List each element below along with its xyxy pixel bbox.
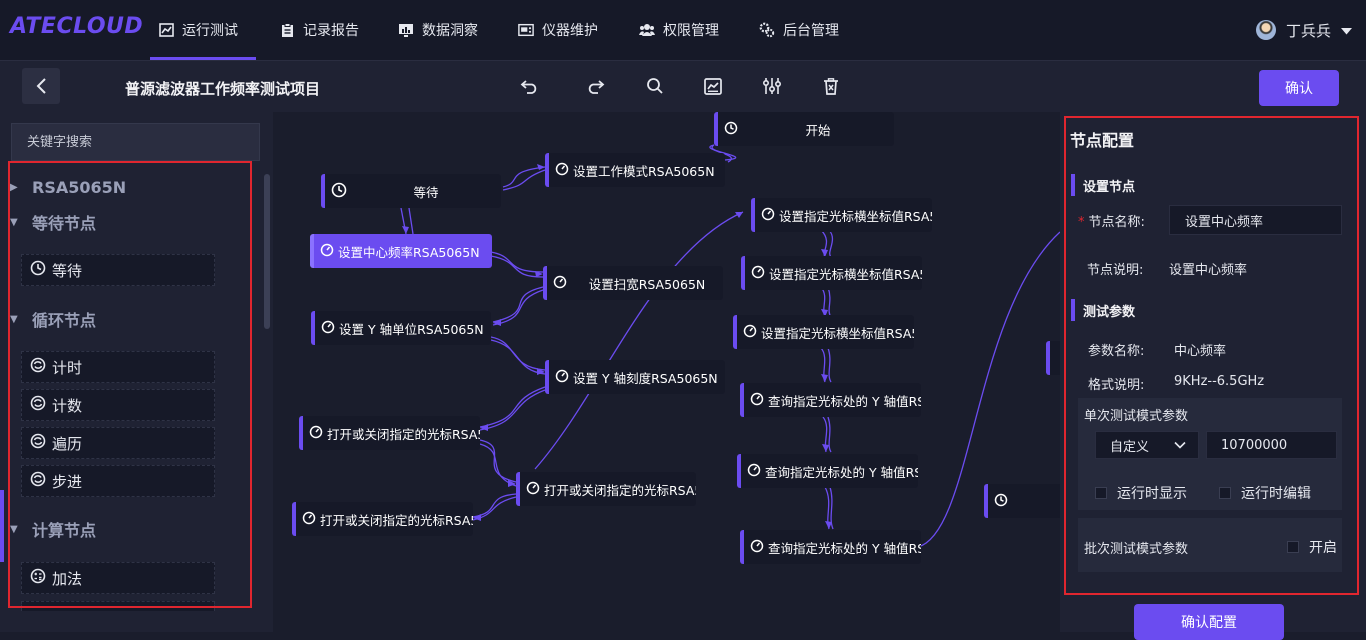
app-logo: ATECLOUD: [10, 14, 144, 39]
node-set-marker-x-1[interactable]: 设置指定光标横坐标值RSA5065N: [751, 198, 932, 232]
node-set-yscale[interactable]: 设置 Y 轴刻度RSA5065N: [545, 360, 725, 394]
gears-icon: [759, 22, 775, 38]
caret-down-icon: [1341, 21, 1352, 39]
node-set-marker-x-3[interactable]: 设置指定光标横坐标值RSA5065N: [733, 315, 914, 349]
clipboard-icon: [279, 22, 295, 38]
flow-canvas[interactable]: 开始 设置工作模式RSA5065N 等待 设置中心频率RSA5065N 设置扫宽…: [273, 112, 1060, 632]
node-label: 设置指定光标横坐标值RSA5065N: [769, 266, 922, 282]
gauge-icon: [761, 207, 775, 224]
node-toggle-marker-2[interactable]: 打开或关闭指定的光标RSA5065N: [516, 472, 696, 506]
nav-label: 仪器维护: [542, 23, 598, 39]
nav-run-test[interactable]: 运行测试: [150, 0, 256, 60]
avatar: [1255, 20, 1276, 40]
node-label: 设置指定光标横坐标值RSA5065N: [761, 325, 914, 341]
nav-records[interactable]: 记录报告: [279, 0, 359, 60]
top-navbar: ATECLOUD 运行测试 记录报告 数据洞察 仪器维护 权限管理 后台管理 丁…: [0, 0, 1366, 60]
highlight-box-library: [8, 161, 252, 608]
node-label: 开始: [805, 122, 831, 138]
panel-resize-handle[interactable]: [0, 490, 4, 562]
node-label: 设置中心频率RSA5065N: [338, 244, 480, 260]
scrollbar[interactable]: [264, 174, 270, 329]
node-query-y-3[interactable]: 查询指定光标处的 Y 轴值RSA5065N: [740, 530, 921, 564]
gauge-icon: [309, 425, 323, 442]
sliders-icon[interactable]: [761, 75, 783, 97]
node-offscreen-clock[interactable]: [984, 484, 1060, 518]
project-title: 普源滤波器工作频率测试项目: [125, 80, 321, 98]
node-toggle-marker-1[interactable]: 打开或关闭指定的光标RSA5065N: [299, 416, 480, 450]
monitor-chart-icon: [398, 22, 414, 38]
nav-instrument[interactable]: 仪器维护: [518, 0, 598, 60]
user-menu[interactable]: 丁兵兵: [1255, 0, 1352, 60]
nav-label: 运行测试: [182, 23, 238, 39]
back-button[interactable]: [22, 68, 60, 104]
gauge-icon: [750, 392, 764, 409]
node-label: 查询指定光标处的 Y 轴值RSA5065N: [765, 464, 918, 480]
user-name: 丁兵兵: [1285, 21, 1331, 40]
instrument-icon: [518, 22, 534, 38]
nav-label: 后台管理: [783, 23, 839, 39]
nav-data-insight[interactable]: 数据洞察: [398, 0, 478, 60]
clock-icon: [724, 121, 738, 138]
gauge-icon: [526, 481, 540, 498]
confirm-config-button[interactable]: 确认配置: [1134, 604, 1284, 640]
node-label: 设置工作模式RSA5065N: [573, 163, 715, 179]
chart-check-icon[interactable]: [702, 75, 724, 97]
clock-icon: [331, 182, 347, 201]
node-label: 设置指定光标横坐标值RSA5065N: [779, 208, 932, 224]
node-label: 查询指定光标处的 Y 轴值RSA5065N: [768, 393, 921, 409]
gauge-icon: [555, 162, 569, 179]
node-set-span[interactable]: 设置扫宽RSA5065N: [543, 266, 723, 300]
node-start[interactable]: 开始: [714, 112, 894, 146]
node-label: 查询指定光标处的 Y 轴值RSA5065N: [768, 540, 921, 556]
gauge-icon: [747, 463, 761, 480]
node-label: 设置扫宽RSA5065N: [588, 276, 706, 292]
node-label: 等待: [413, 184, 439, 200]
confirm-button[interactable]: 确认: [1259, 70, 1339, 106]
delete-icon[interactable]: [820, 75, 842, 97]
keyword-search-input[interactable]: [11, 123, 260, 161]
nav-label: 权限管理: [663, 23, 719, 39]
node-toggle-marker-3[interactable]: 打开或关闭指定的光标RSA5065N: [292, 502, 473, 536]
gauge-icon: [743, 324, 757, 341]
nav-label: 记录报告: [303, 23, 359, 39]
node-set-center-selected[interactable]: 设置中心频率RSA5065N: [310, 234, 492, 268]
nav-permissions[interactable]: 权限管理: [639, 0, 719, 60]
clock-icon: [994, 493, 1008, 510]
node-query-y-2[interactable]: 查询指定光标处的 Y 轴值RSA5065N: [737, 454, 918, 488]
undo-icon[interactable]: [519, 75, 541, 97]
highlight-box-config: [1064, 116, 1359, 595]
gauge-icon: [321, 320, 335, 337]
chevron-left-icon: [36, 78, 46, 94]
gauge-icon: [751, 265, 765, 282]
editor-toolbar: 普源滤波器工作频率测试项目 确认: [0, 60, 1366, 112]
users-icon: [639, 22, 655, 38]
gauge-icon: [320, 243, 334, 260]
chart-icon: [158, 22, 174, 38]
node-label: 打开或关闭指定的光标RSA5065N: [327, 426, 480, 442]
gauge-icon: [302, 511, 316, 528]
gauge-icon: [555, 369, 569, 386]
node-set-yunit[interactable]: 设置 Y 轴单位RSA5065N: [311, 311, 491, 345]
nav-admin[interactable]: 后台管理: [759, 0, 839, 60]
node-query-y-1[interactable]: 查询指定光标处的 Y 轴值RSA5065N: [740, 383, 921, 417]
gauge-icon: [750, 539, 764, 556]
gauge-icon: [553, 275, 567, 292]
node-label: 设置 Y 轴刻度RSA5065N: [573, 370, 718, 386]
node-label: 打开或关闭指定的光标RSA5065N: [544, 482, 696, 498]
nav-label: 数据洞察: [422, 23, 478, 39]
node-label: 设置 Y 轴单位RSA5065N: [339, 321, 484, 337]
search-icon[interactable]: [644, 75, 666, 97]
node-set-marker-x-2[interactable]: 设置指定光标横坐标值RSA5065N: [741, 256, 922, 290]
redo-icon[interactable]: [584, 75, 606, 97]
node-wait[interactable]: 等待: [321, 174, 501, 208]
node-set-mode[interactable]: 设置工作模式RSA5065N: [545, 153, 725, 187]
node-label: 打开或关闭指定的光标RSA5065N: [320, 512, 473, 528]
node-offscreen-partial[interactable]: [1046, 341, 1060, 375]
